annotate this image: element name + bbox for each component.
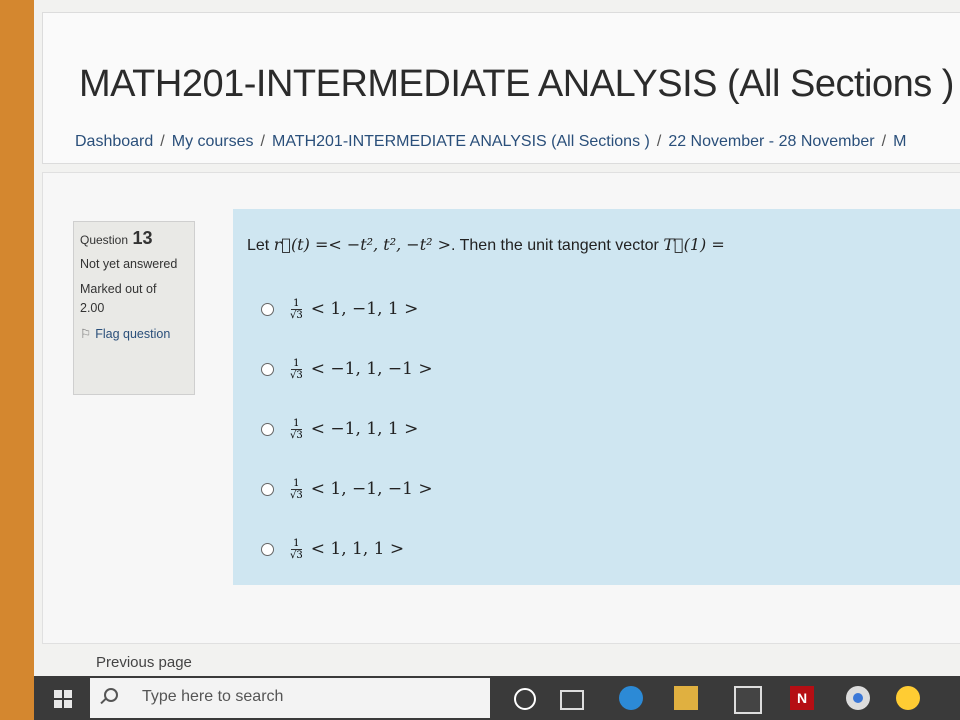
breadcrumb-separator: / <box>656 133 662 150</box>
question-number-value: 13 <box>132 228 153 248</box>
breadcrumb-course[interactable]: MATH201-INTERMEDIATE ANALYSIS (All Secti… <box>272 133 650 150</box>
breadcrumb-my-courses[interactable]: My courses <box>172 133 254 150</box>
breadcrumb-separator: / <box>260 133 265 150</box>
question-text-prefix: Let <box>247 237 274 254</box>
fraction-numerator: 1 <box>291 477 302 490</box>
question-label: Question <box>80 233 129 247</box>
option-vector: < 1, −1, 1 > <box>310 299 419 319</box>
question-grade: Marked out of 2.00 <box>80 280 188 318</box>
flag-question-link[interactable]: ⚐ Flag question <box>80 326 188 341</box>
fraction-one-over-root-three: 1 √3 <box>290 298 303 321</box>
marked-out-of-label: Marked out of <box>80 282 157 296</box>
question-formulation: Let r⃗(t) =< −t², t², −t² >. Then the un… <box>233 209 960 585</box>
fraction-denominator: √3 <box>290 549 303 561</box>
browser-viewport: MATH201-INTERMEDIATE ANALYSIS (All Secti… <box>34 0 960 720</box>
chrome-icon[interactable] <box>846 686 870 710</box>
question-info-panel: Question 13 Not yet answered Marked out … <box>73 221 195 395</box>
radio-button[interactable] <box>261 302 274 316</box>
windows-start-icon[interactable] <box>54 690 72 708</box>
fraction-denominator: √3 <box>290 309 303 321</box>
question-text-middle: . Then the unit tangent vector <box>451 237 664 254</box>
fraction-denominator: √3 <box>290 489 303 501</box>
breadcrumb-dashboard[interactable]: Dashboard <box>75 133 153 150</box>
fraction-numerator: 1 <box>291 357 302 370</box>
camera-app-icon[interactable] <box>896 686 920 710</box>
quiz-region: Question 13 Not yet answered Marked out … <box>42 172 960 644</box>
fraction-denominator: √3 <box>290 429 303 441</box>
flag-question-label: Flag question <box>95 327 171 341</box>
file-explorer-icon[interactable] <box>674 686 698 710</box>
search-placeholder: Type here to search <box>142 688 284 705</box>
vector-expression: =< −t², t², −t² > <box>309 235 452 254</box>
breadcrumb-separator: / <box>881 133 887 150</box>
task-view-icon[interactable] <box>560 690 584 710</box>
course-title: MATH201-INTERMEDIATE ANALYSIS (All Secti… <box>79 63 954 105</box>
option-vector: < −1, 1, −1 > <box>310 359 433 379</box>
fraction-denominator: √3 <box>290 369 303 381</box>
netflix-icon[interactable]: N <box>790 686 814 710</box>
breadcrumb-quiz[interactable]: M <box>893 133 906 150</box>
option-vector: < 1, 1, 1 > <box>310 539 405 559</box>
question-status: Not yet answered <box>80 257 178 271</box>
fraction-numerator: 1 <box>291 537 302 550</box>
unit-tangent-expression: T⃗(1) = <box>663 235 725 254</box>
question-text: Let r⃗(t) =< −t², t², −t² >. Then the un… <box>247 235 725 255</box>
cortana-icon[interactable] <box>514 688 536 710</box>
fraction-one-over-root-three: 1 √3 <box>290 418 303 441</box>
radio-button[interactable] <box>261 542 274 556</box>
windows-taskbar: Type here to search N <box>34 676 960 720</box>
r-function: r⃗(t) <box>273 235 310 254</box>
fraction-numerator: 1 <box>291 297 302 310</box>
question-number: Question 13 <box>80 228 188 249</box>
mark-value: 2.00 <box>80 301 105 315</box>
fraction-one-over-root-three: 1 √3 <box>290 478 303 501</box>
radio-button[interactable] <box>261 422 274 436</box>
fraction-one-over-root-three: 1 √3 <box>290 358 303 381</box>
fraction-one-over-root-three: 1 √3 <box>290 538 303 561</box>
answer-option[interactable]: 1 √3 < 1, −1, −1 > <box>261 459 433 519</box>
flag-icon: ⚐ <box>80 327 92 341</box>
answer-option[interactable]: 1 √3 < 1, −1, 1 > <box>261 279 433 339</box>
taskbar-search-box[interactable]: Type here to search <box>90 678 490 718</box>
option-vector: < 1, −1, −1 > <box>310 479 433 499</box>
option-vector: < −1, 1, 1 > <box>310 419 419 439</box>
answer-options: 1 √3 < 1, −1, 1 > 1 √3 < −1, 1, −1 > 1 √3 <… <box>261 279 433 579</box>
store-icon[interactable] <box>734 686 762 714</box>
fraction-numerator: 1 <box>291 417 302 430</box>
answer-option[interactable]: 1 √3 < −1, 1, 1 > <box>261 399 433 459</box>
answer-option[interactable]: 1 √3 < −1, 1, −1 > <box>261 339 433 399</box>
search-icon <box>104 688 118 702</box>
radio-button[interactable] <box>261 482 274 496</box>
previous-page-button[interactable]: Previous page <box>96 654 192 671</box>
edge-browser-icon[interactable] <box>619 686 643 710</box>
breadcrumb-separator: / <box>160 133 165 150</box>
breadcrumb: Dashboard / My courses / MATH201-INTERMEDIAT… <box>75 133 906 151</box>
radio-button[interactable] <box>261 362 274 376</box>
answer-option[interactable]: 1 √3 < 1, 1, 1 > <box>261 519 433 579</box>
page-header: MATH201-INTERMEDIATE ANALYSIS (All Secti… <box>42 12 960 164</box>
breadcrumb-week[interactable]: 22 November - 28 November <box>668 133 874 150</box>
